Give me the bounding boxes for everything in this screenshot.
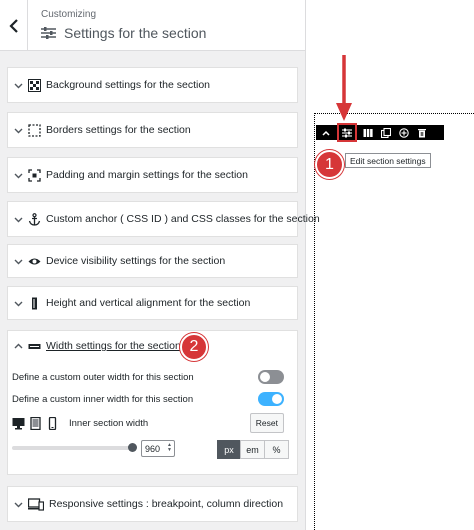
anchor-icon (28, 212, 41, 226)
section-label: Height and vertical alignment for the se… (46, 297, 251, 309)
sliders-icon (342, 128, 352, 137)
unit-percent-button[interactable]: % (264, 440, 289, 459)
back-button[interactable] (0, 0, 28, 51)
chevron-down-icon (14, 502, 23, 507)
page-title-row: Settings for the section (41, 25, 206, 41)
customizer-panel: Customizing Settings for the section Bac… (0, 0, 320, 530)
columns-icon (363, 128, 373, 137)
padding-icon (28, 168, 41, 182)
section-label: Background settings for the section (46, 79, 211, 91)
section-borders[interactable]: Borders settings for the section (7, 112, 298, 148)
section-background[interactable]: Background settings for the section (7, 67, 298, 103)
chevron-down-icon (14, 173, 23, 178)
step-badge-1: 1 (315, 150, 344, 179)
columns-button[interactable] (360, 125, 376, 140)
width-value: 960 (145, 443, 161, 454)
section-device-visibility[interactable]: Device visibility settings for the secti… (7, 244, 298, 278)
desktop-icon[interactable] (12, 417, 25, 430)
unit-px-button[interactable]: px (217, 440, 241, 459)
width-slider[interactable] (12, 443, 137, 452)
section-anchor[interactable]: Custom anchor ( CSS ID ) and CSS classes… (7, 201, 320, 237)
section-label: Responsive settings : breakpoint, column… (49, 498, 284, 510)
chevron-up-icon (322, 130, 330, 136)
section-label: Borders settings for the section (46, 124, 191, 136)
reset-button[interactable]: Reset (249, 413, 284, 433)
add-circle-icon (399, 127, 409, 138)
outer-width-label: Define a custom outer width for this sec… (12, 371, 194, 383)
sliders-icon (41, 27, 56, 39)
height-icon (28, 297, 41, 310)
width-icon (28, 340, 41, 353)
panel-header: Customizing Settings for the section (0, 0, 305, 51)
responsive-icon (28, 497, 44, 511)
toggle-knob (260, 372, 270, 382)
chevron-down-icon (14, 259, 23, 264)
inner-width-toggle[interactable] (258, 392, 284, 406)
section-width[interactable]: Width settings for the section (8, 331, 297, 361)
chevron-left-icon (8, 18, 18, 33)
breadcrumb: Customizing (41, 9, 97, 20)
toggle-knob (272, 394, 282, 404)
section-label: Custom anchor ( CSS ID ) and CSS classes… (46, 213, 320, 225)
step-badge-2: 2 (180, 333, 208, 361)
page-title: Settings for the section (64, 25, 207, 41)
add-section-button[interactable] (396, 125, 412, 140)
outer-width-row: Define a custom outer width for this sec… (12, 369, 284, 385)
chevron-down-icon (14, 217, 23, 222)
chevron-up-icon (14, 343, 23, 348)
unit-em-button[interactable]: em (240, 440, 265, 459)
down-arrow-annotation (336, 55, 352, 121)
spinner-arrows-icon[interactable]: ▲ ▼ (167, 443, 172, 453)
section-toolbar (316, 123, 444, 142)
duplicate-icon (381, 127, 391, 138)
section-label: Device visibility settings for the secti… (46, 255, 226, 267)
section-label: Padding and margin settings for the sect… (46, 169, 248, 181)
chevron-down-icon (14, 83, 23, 88)
slider-thumb[interactable] (128, 443, 137, 452)
section-height[interactable]: Height and vertical alignment for the se… (7, 286, 298, 320)
dashed-border-icon (28, 123, 41, 137)
trash-icon (418, 128, 426, 137)
delete-button[interactable] (414, 125, 430, 140)
inner-width-row: Define a custom inner width for this sec… (12, 391, 284, 407)
inner-width-controls: Inner section width Reset (12, 413, 284, 433)
chevron-down-icon (14, 128, 23, 133)
tablet-icon[interactable] (29, 416, 42, 430)
outer-width-toggle[interactable] (258, 370, 284, 384)
inner-width-label: Define a custom inner width for this sec… (12, 393, 194, 405)
section-responsive[interactable]: Responsive settings : breakpoint, column… (7, 486, 298, 522)
mobile-icon[interactable] (46, 416, 59, 430)
section-padding[interactable]: Padding and margin settings for the sect… (7, 157, 298, 193)
width-value-input[interactable]: 960 ▲ ▼ (141, 440, 175, 457)
chevron-down-icon (14, 301, 23, 306)
edit-settings-tooltip: Edit section settings (345, 153, 431, 168)
inner-width-title: Inner section width (69, 417, 149, 429)
eye-icon (28, 255, 41, 268)
unit-selector: px em % (217, 440, 289, 459)
checkerboard-icon (28, 78, 41, 92)
edit-section-settings-button[interactable] (337, 123, 357, 142)
section-label: Width settings for the section (46, 340, 181, 352)
duplicate-button[interactable] (378, 125, 394, 140)
move-up-button[interactable] (318, 125, 334, 140)
